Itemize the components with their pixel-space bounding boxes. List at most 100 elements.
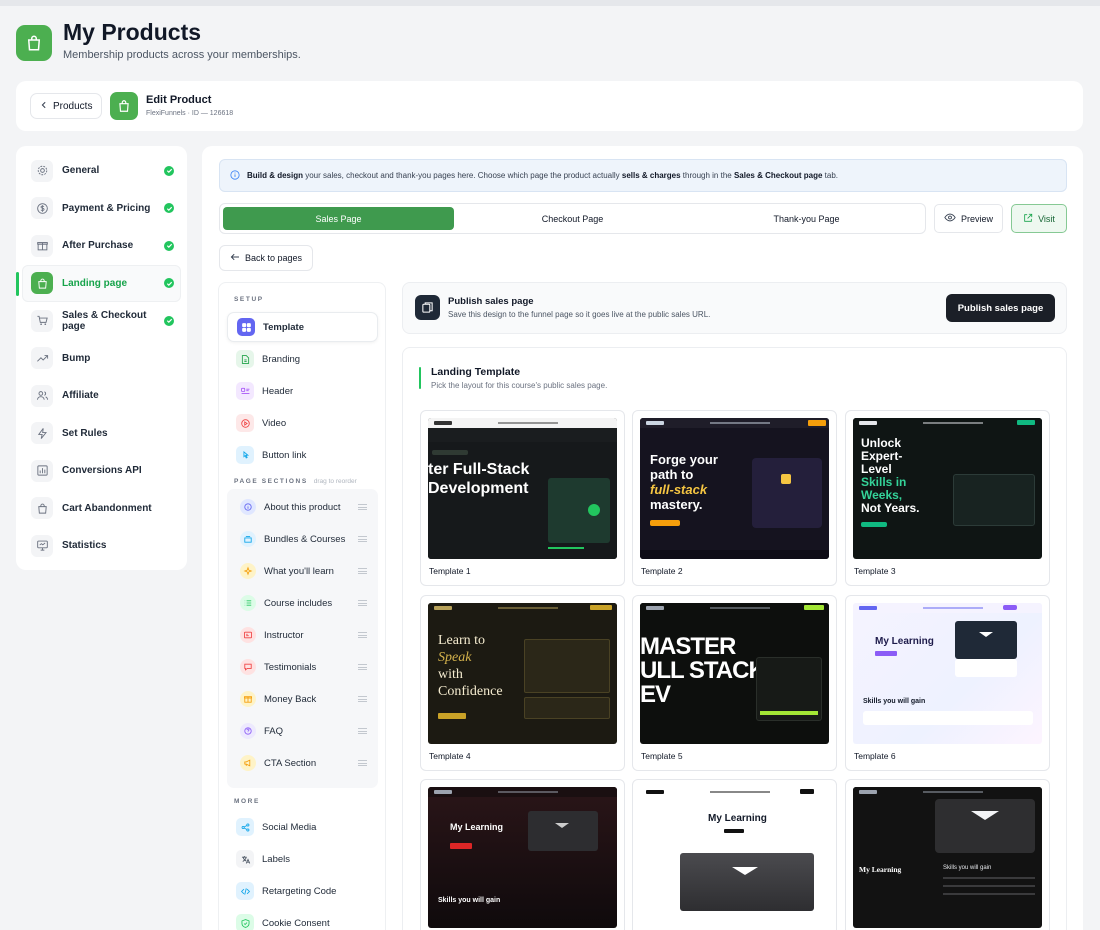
shopping-bag-icon [16, 25, 52, 61]
landing-template-card: Landing Template Pick the layout for thi… [402, 347, 1067, 930]
shopping-bag-icon [110, 92, 138, 120]
template-option-template-5[interactable]: MASTER ULL STACK EV Template 5 [632, 595, 837, 771]
section-item-course-includes[interactable]: Course includes [232, 589, 373, 617]
setup-item-header[interactable]: Header [227, 376, 378, 406]
setup-item-label: Button link [262, 449, 307, 461]
template-label: Template 2 [641, 566, 683, 576]
section-item-money-back[interactable]: Money Back [232, 685, 373, 713]
thumb-text: Skills in [861, 475, 907, 489]
template-option-template-2[interactable]: Forge your path to full-stack mastery. Templ… [632, 410, 837, 586]
accent-bar [419, 367, 421, 389]
back-to-products-button[interactable]: Products [30, 93, 102, 119]
tab-sales-page[interactable]: Sales Page [223, 207, 454, 230]
thumb-text: Weeks, [861, 488, 903, 502]
sidebar-item-set-rules[interactable]: Set Rules [16, 415, 187, 453]
drag-handle-icon[interactable] [358, 632, 367, 638]
back-to-pages-label: Back to pages [244, 253, 303, 263]
setup-item-video[interactable]: Video [227, 408, 378, 438]
layers-icon [240, 531, 256, 547]
thumb-navbar [428, 787, 617, 797]
info-icon [240, 499, 256, 515]
template-thumbnail: MASTER ULL STACK EV [640, 603, 829, 744]
sidebar-item-general[interactable]: General [16, 152, 187, 190]
drag-handle-icon[interactable] [358, 696, 367, 702]
back-to-pages-button[interactable]: Back to pages [219, 245, 313, 271]
code-icon [236, 882, 254, 900]
publish-sales-page-button[interactable]: Publish sales page [946, 294, 1055, 322]
section-item-instructor[interactable]: Instructor [232, 621, 373, 649]
section-item-about-this-product[interactable]: About this product [232, 493, 373, 521]
tab-checkout-page[interactable]: Checkout Page [457, 207, 688, 230]
sidebar-item-landing-page[interactable]: Landing page [16, 264, 181, 302]
more-item-label: Social Media [262, 821, 317, 833]
setup-item-button-link[interactable]: Button link [227, 440, 378, 470]
section-item-testimonials[interactable]: Testimonials [232, 653, 373, 681]
preview-button[interactable]: Preview [934, 204, 1003, 233]
sidebar-item-affiliate[interactable]: Affiliate [16, 377, 187, 415]
id-card-icon [240, 627, 256, 643]
template-option[interactable]: My Learning Skills you will gain [845, 779, 1050, 930]
visit-label: Visit [1038, 213, 1055, 224]
info-icon [230, 169, 240, 182]
thumb-text: Skills you will gain [863, 698, 926, 705]
setup-item-branding[interactable]: Branding [227, 344, 378, 374]
landing-template-subtitle: Pick the layout for this course's public… [431, 381, 608, 390]
check-circle-icon [164, 203, 174, 214]
sidebar-item-sales-checkout-page[interactable]: Sales & Checkout page [16, 302, 187, 340]
template-label: Template 4 [429, 751, 471, 761]
template-option-template-3[interactable]: Unlock Expert- Level Skills in Weeks, Not Yea… [845, 410, 1050, 586]
monitor-icon [31, 534, 53, 557]
thumb-text: with [438, 667, 463, 682]
section-item-what-you-ll-learn[interactable]: What you'll learn [232, 557, 373, 585]
question-icon [240, 723, 256, 739]
thumb-text: mastery. [650, 497, 703, 512]
thumb-text: My Learning [875, 636, 934, 647]
template-option[interactable]: My Learning Skills you will gain [420, 779, 625, 930]
info-banner: Build & design your sales, checkout and … [219, 159, 1067, 192]
setup-item-template[interactable]: Template [227, 312, 378, 342]
publish-card: Publish sales page Save this design to t… [402, 282, 1067, 334]
thumb-text: Unlock [861, 436, 902, 450]
sidebar-item-after-purchase[interactable]: After Purchase [16, 227, 187, 265]
bag-icon [31, 272, 53, 295]
thumb-navbar [428, 603, 617, 613]
template-option-template-1[interactable]: ter Full-Stack Development Template 1 [420, 410, 625, 586]
more-item-labels[interactable]: Labels [227, 844, 378, 874]
visit-button[interactable]: Visit [1011, 204, 1067, 233]
section-item-cta-section[interactable]: CTA Section [232, 749, 373, 777]
template-thumbnail: ter Full-Stack Development [428, 418, 617, 559]
top-bar [0, 0, 1100, 6]
template-option-template-6[interactable]: My Learning Skills you will gain Template … [845, 595, 1050, 771]
more-item-cookie-consent[interactable]: Cookie Consent [227, 908, 378, 930]
sidebar-item-conversions-api[interactable]: Conversions API [16, 452, 187, 490]
drag-handle-icon[interactable] [358, 536, 367, 542]
sidebar-item-payment-pricing[interactable]: Payment & Pricing [16, 190, 187, 228]
chat-icon [240, 659, 256, 675]
sidebar-item-statistics[interactable]: Statistics [16, 527, 187, 565]
template-option[interactable]: My Learning [632, 779, 837, 930]
sidebar-item-cart-abandonment[interactable]: Cart Abandonment [16, 490, 187, 528]
check-circle-icon [164, 165, 174, 176]
drag-handle-icon[interactable] [358, 664, 367, 670]
thumb-text: Confidence [438, 684, 503, 699]
tab-thank-you-page[interactable]: Thank-you Page [691, 207, 922, 230]
sidebar-item-bump[interactable]: Bump [16, 340, 187, 378]
more-item-retargeting-code[interactable]: Retargeting Code [227, 876, 378, 906]
edit-product-id: FlexiFunnels · ID — 126618 [146, 110, 234, 117]
section-item-faq[interactable]: FAQ [232, 717, 373, 745]
drag-handle-icon[interactable] [358, 600, 367, 606]
template-label: Template 6 [854, 751, 896, 761]
section-item-label: About this product [264, 501, 341, 513]
drag-handle-icon[interactable] [358, 760, 367, 766]
drag-handle-icon[interactable] [358, 728, 367, 734]
main-panel: Build & design your sales, checkout and … [202, 146, 1083, 930]
drag-handle-icon[interactable] [358, 568, 367, 574]
bag-icon [31, 497, 53, 520]
landing-template-title: Landing Template [431, 366, 521, 378]
template-option-template-4[interactable]: Learn to Speak with Confidence Template 4 [420, 595, 625, 771]
drag-handle-icon[interactable] [358, 504, 367, 510]
section-item-bundles-courses[interactable]: Bundles & Courses [232, 525, 373, 553]
share-icon [236, 818, 254, 836]
more-item-social-media[interactable]: Social Media [227, 812, 378, 842]
thumb-text: Speak [438, 650, 472, 665]
